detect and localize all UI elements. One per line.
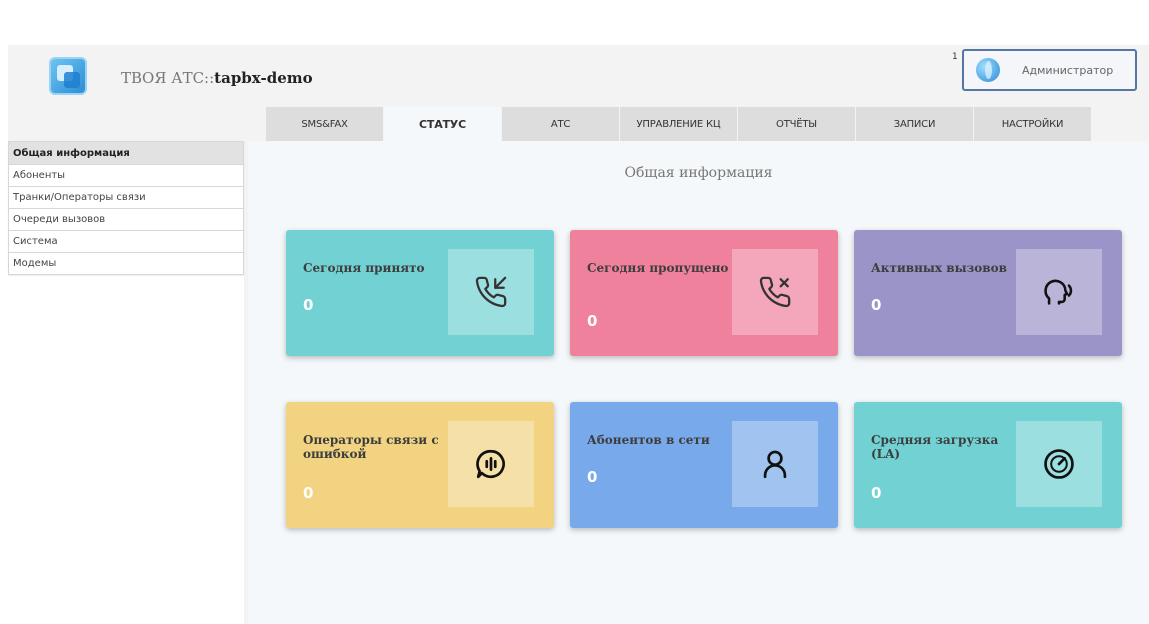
logo-square-dark	[64, 72, 80, 88]
card-average-load[interactable]: Средняя загрузка (LA) 0	[854, 402, 1122, 528]
tab-reports[interactable]: ОТЧЁТЫ	[738, 107, 856, 141]
globe-icon	[976, 58, 1000, 82]
page-title: Общая информация	[624, 165, 773, 181]
card-label: Активных вызовов	[871, 261, 1007, 275]
sidebar-item-queues[interactable]: Очереди вызовов	[8, 209, 244, 231]
tab-sms-fax[interactable]: SMS&FAX	[266, 107, 384, 141]
sidebar-item-modems[interactable]: Модемы	[8, 253, 244, 275]
phone-incoming-icon	[448, 249, 534, 335]
tab-records[interactable]: ЗАПИСИ	[856, 107, 974, 141]
sidebar-item-overview[interactable]: Общая информация	[8, 141, 244, 165]
card-label: Сегодня принято	[303, 261, 425, 275]
main-tabs: SMS&FAX СТАТУС АТС УПРАВЛЕНИЕ КЦ ОТЧЁТЫ …	[266, 107, 1092, 141]
notification-count[interactable]: 1	[952, 52, 958, 62]
card-value: 0	[587, 312, 598, 330]
brand-name: tapbx-demo	[214, 69, 313, 87]
card-value: 0	[303, 296, 314, 314]
tab-status[interactable]: СТАТУС	[384, 107, 502, 141]
gauge-icon	[1016, 421, 1102, 507]
tab-call-center[interactable]: УПРАВЛЕНИЕ КЦ	[620, 107, 738, 141]
card-active-calls[interactable]: Активных вызовов 0	[854, 230, 1122, 356]
audio-bubble-icon	[448, 421, 534, 507]
card-missed-today[interactable]: Сегодня пропущено 0	[570, 230, 838, 356]
card-label: Абонентов в сети	[587, 433, 710, 447]
card-value: 0	[587, 468, 598, 486]
card-label: Средняя загрузка (LA)	[871, 433, 999, 461]
card-value: 0	[871, 296, 882, 314]
card-trunk-errors[interactable]: Операторы связи с ошибкой 0	[286, 402, 554, 528]
header: ТВОЯ АТС::tapbx-demo 1 Администратор	[8, 45, 1149, 107]
phone-missed-icon	[732, 249, 818, 335]
sidebar-item-subscribers[interactable]: Абоненты	[8, 165, 244, 187]
card-online-subscribers[interactable]: Абонентов в сети 0	[570, 402, 838, 528]
user-menu-button[interactable]: Администратор	[962, 49, 1137, 91]
sidebar-item-trunks[interactable]: Транки/Операторы связи	[8, 187, 244, 209]
sidebar-item-system[interactable]: Система	[8, 231, 244, 253]
card-label: Сегодня пропущено	[587, 261, 729, 275]
user-name: Администратор	[1022, 63, 1114, 77]
tab-pbx[interactable]: АТС	[502, 107, 620, 141]
main-content: Общая информация Сегодня принято 0 Сегод…	[248, 141, 1149, 624]
tab-settings[interactable]: НАСТРОЙКИ	[974, 107, 1092, 141]
logo-icon[interactable]	[49, 57, 87, 95]
brand-title: ТВОЯ АТС::tapbx-demo	[121, 69, 313, 87]
speaking-head-icon	[1016, 249, 1102, 335]
card-value: 0	[303, 484, 314, 502]
card-label: Операторы связи с ошибкой	[303, 433, 439, 461]
sidebar: Общая информация Абоненты Транки/Операто…	[8, 141, 244, 624]
card-received-today[interactable]: Сегодня принято 0	[286, 230, 554, 356]
app-window: ТВОЯ АТС::tapbx-demo 1 Администратор SMS…	[8, 45, 1149, 624]
brand-prefix: ТВОЯ АТС::	[121, 69, 215, 87]
card-value: 0	[871, 484, 882, 502]
user-icon	[732, 421, 818, 507]
